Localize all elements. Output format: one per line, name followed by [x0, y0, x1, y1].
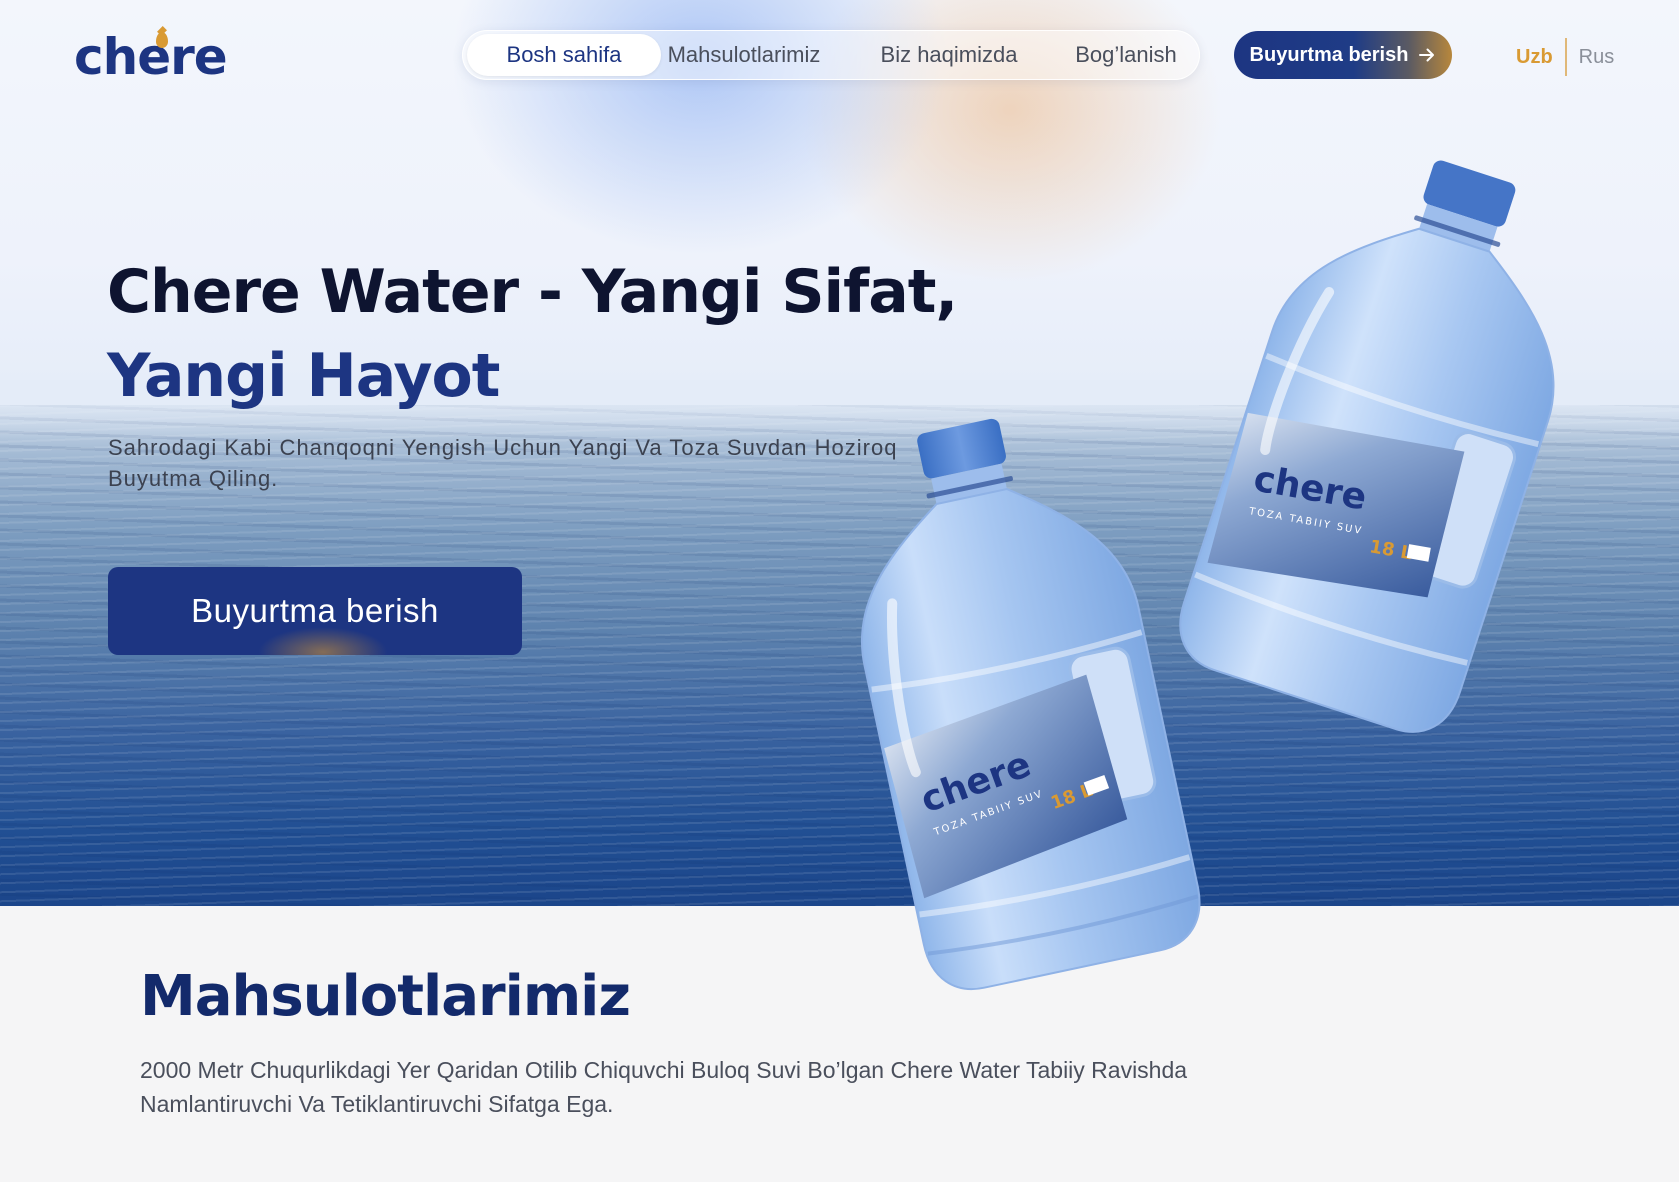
- nav-item-about[interactable]: Biz haqimizda: [859, 34, 1039, 76]
- lang-uzb[interactable]: Uzb: [1516, 46, 1553, 69]
- main-navigation: Bosh sahifa Mahsulotlarimiz Biz haqimizd…: [462, 30, 1200, 80]
- lang-divider: [1564, 38, 1567, 76]
- header-order-button[interactable]: Buyurtma berish: [1234, 31, 1452, 79]
- hero-headline-line2: Yangi Hayot: [107, 341, 500, 411]
- hero-order-button[interactable]: Buyurtma berish: [108, 567, 522, 655]
- nav-item-home[interactable]: Bosh sahifa: [467, 34, 661, 76]
- nav-item-products[interactable]: Mahsulotlarimiz: [661, 34, 827, 76]
- chere-logo[interactable]: chere: [74, 28, 228, 86]
- products-section-description: 2000 Metr Chuqurlikdagi Yer Qaridan Otil…: [140, 1057, 1188, 1117]
- arrow-right-icon: [1418, 46, 1436, 64]
- lang-rus[interactable]: Rus: [1579, 46, 1615, 69]
- hero-headline: Chere Water - Yangi Sifat, Yangi Hayot: [107, 250, 1007, 418]
- header-order-label: Buyurtma berish: [1249, 43, 1409, 66]
- hero-order-label: Buyurtma berish: [191, 592, 439, 629]
- language-switcher: Uzb Rus: [1516, 38, 1614, 76]
- products-section-title: Mahsulotlarimiz: [140, 964, 631, 1029]
- logo-text: chere: [74, 28, 228, 86]
- water-drop-icon: [156, 32, 168, 48]
- nav-item-contact[interactable]: Bog’lanish: [1061, 34, 1191, 76]
- hero-headline-line1: Chere Water - Yangi Sifat,: [107, 257, 958, 327]
